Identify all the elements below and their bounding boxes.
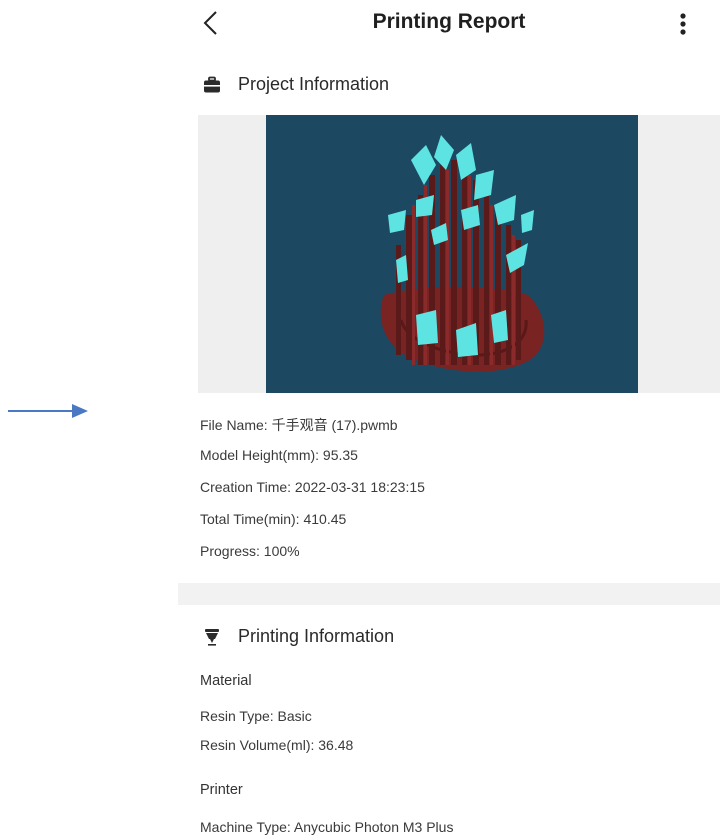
file-name-field: File Name: 千手观音 (17).pwmb [200, 417, 398, 433]
printer-subheading: Printer [200, 782, 243, 798]
section-title: Project Information [238, 74, 390, 94]
page-title: Printing Report [372, 10, 526, 33]
project-information-header: Project Information [202, 74, 389, 95]
resin-volume-field: Resin Volume(ml): 36.48 [200, 737, 354, 753]
toolbox-icon [202, 75, 222, 95]
annotation-arrow [8, 404, 88, 418]
creation-time-field: Creation Time: 2022-03-31 18:23:15 [200, 479, 425, 495]
total-time-field: Total Time(min): 410.45 [200, 511, 347, 527]
machine-type-field: Machine Type: Anycubic Photon M3 Plus [200, 819, 454, 835]
printing-report-screen: Printing Report Project Information File… [178, 0, 720, 835]
model-render-graphic [380, 135, 545, 372]
model-preview [198, 115, 720, 393]
printer-nozzle-icon [202, 627, 222, 647]
model-height-field: Model Height(mm): 95.35 [200, 447, 358, 463]
section-divider [178, 583, 720, 605]
progress-field: Progress: 100% [200, 543, 300, 559]
more-vertical-icon[interactable] [673, 9, 693, 39]
model-render [266, 115, 638, 393]
resin-type-field: Resin Type: Basic [200, 708, 312, 724]
top-navigation-bar: Printing Report [178, 0, 720, 50]
material-subheading: Material [200, 673, 252, 689]
printing-information-header: Printing Information [202, 626, 394, 647]
section-title: Printing Information [238, 626, 395, 646]
